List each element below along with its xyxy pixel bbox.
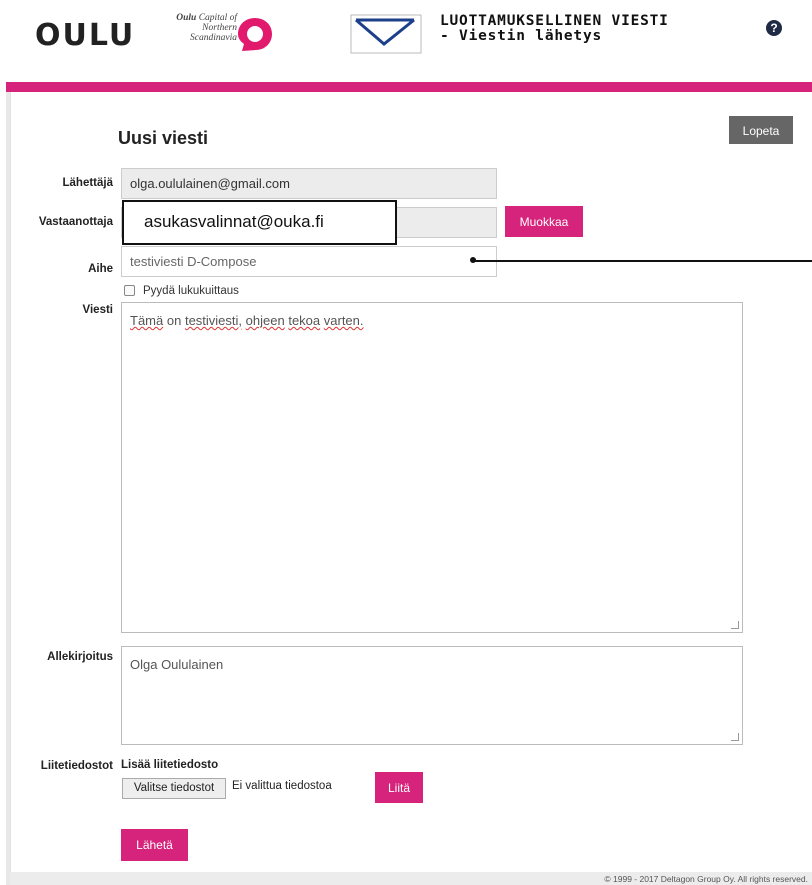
message-textarea[interactable]: Tämä on testiviesti, ohjeen tekoa varten… xyxy=(121,302,743,633)
read-receipt-label: Pyydä lukukuittaus xyxy=(143,285,239,297)
choose-files-button[interactable]: Valitse tiedostot xyxy=(122,778,226,799)
subject-input[interactable]: testiviesti D-Compose xyxy=(121,246,497,277)
resize-grip-icon[interactable] xyxy=(731,733,739,741)
oulu-logo-text: OULU xyxy=(35,18,136,53)
copyright: © 1999 - 2017 Deltagon Group Oy. All rig… xyxy=(604,874,808,884)
sender-label: Lähettäjä xyxy=(62,177,114,189)
page-title: Uusi viesti xyxy=(118,128,209,148)
message-word: Tämä xyxy=(130,313,164,328)
subject-label: Aihe xyxy=(88,263,113,275)
sender-field: olga.oululainen@gmail.com xyxy=(121,168,497,199)
signature-text: Olga Oululainen xyxy=(130,657,224,672)
send-button[interactable]: Lähetä xyxy=(121,829,188,861)
attachments-label: Liitetiedostot xyxy=(40,760,113,772)
help-icon[interactable]: ? xyxy=(766,20,782,36)
message-word: tekoa xyxy=(288,313,321,328)
recipient-label: Vastaanottaja xyxy=(38,216,113,228)
callout-pointer-line xyxy=(474,260,812,262)
message-word: ohjeen xyxy=(245,313,285,328)
header-divider xyxy=(6,82,812,92)
signature-label: Allekirjoitus xyxy=(47,651,113,663)
oulu-ring-logo-icon xyxy=(238,18,272,51)
read-receipt-checkbox[interactable] xyxy=(124,285,135,296)
signature-textarea[interactable]: Olga Oululainen xyxy=(121,646,743,745)
attach-button[interactable]: Liitä xyxy=(375,772,423,803)
message-label: Viesti xyxy=(82,304,113,316)
edit-recipient-button[interactable]: Muokkaa xyxy=(505,206,583,237)
message-word: varten. xyxy=(323,313,364,328)
file-status: Ei valittua tiedostoa xyxy=(232,780,332,792)
resize-grip-icon[interactable] xyxy=(731,621,739,629)
add-attachment-heading: Lisää liitetiedosto xyxy=(121,759,219,771)
tagline: Oulu Capital of Northern Scandinavia xyxy=(176,13,237,43)
app-title: LUOTTAMUKSELLINEN VIESTI - Viestin lähet… xyxy=(440,13,669,44)
message-word: testiviesti, xyxy=(184,313,243,328)
message-word: on xyxy=(166,313,182,328)
recipient-callout: asukasvalinnat@ouka.fi xyxy=(122,200,397,245)
logout-button[interactable]: Lopeta xyxy=(729,116,793,144)
envelope-logo-icon xyxy=(350,14,422,54)
